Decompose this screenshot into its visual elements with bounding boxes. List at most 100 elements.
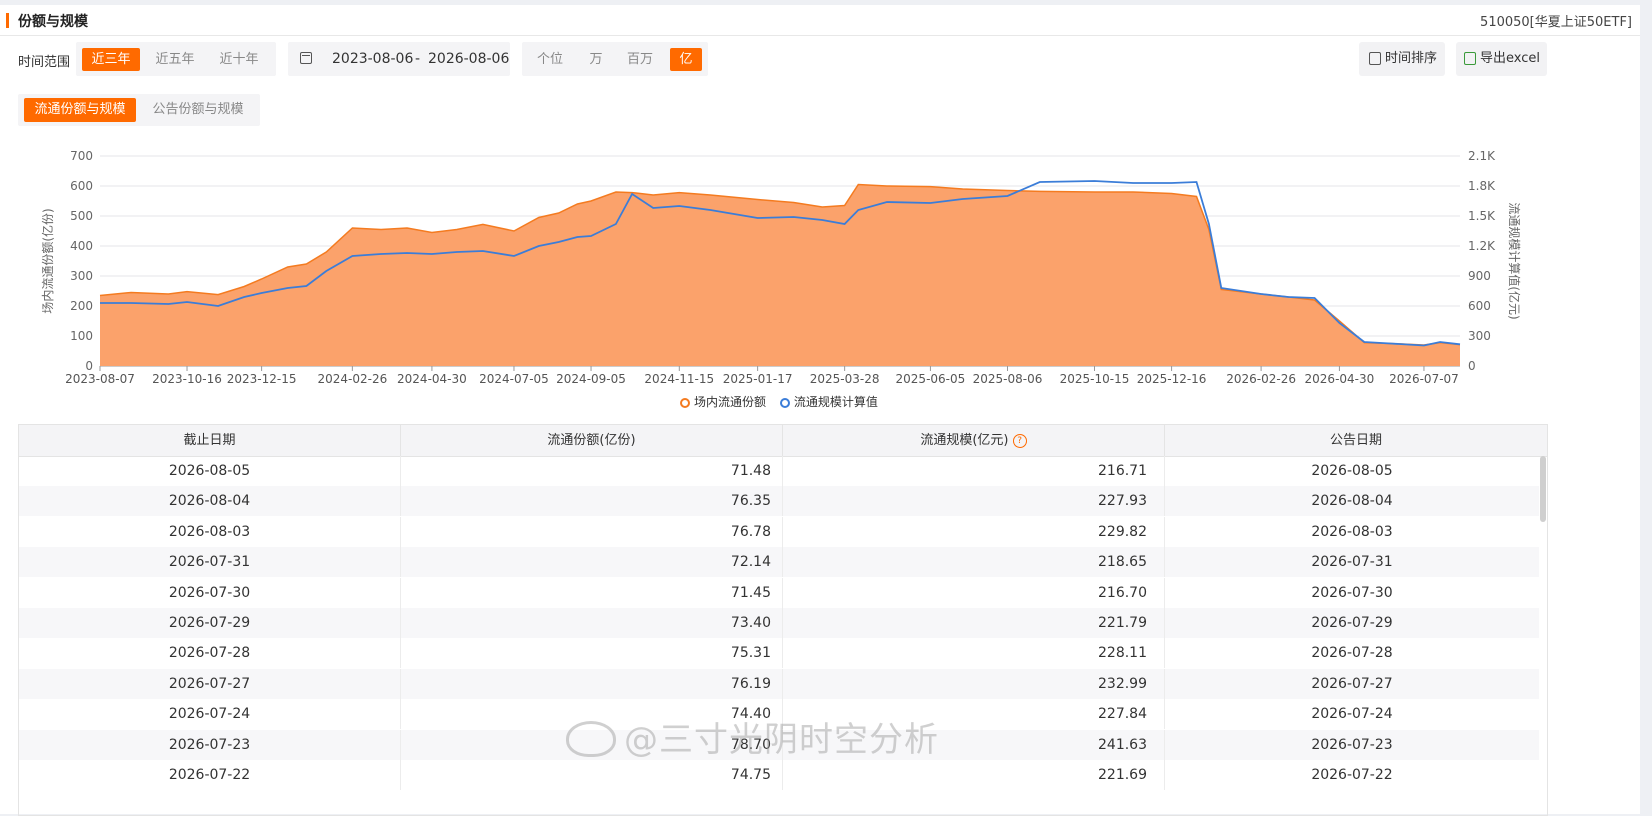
- x-tick-label: 2023-08-07: [65, 372, 135, 386]
- cell-announce-date: 2026-08-03: [1311, 523, 1393, 540]
- unit-million-button[interactable]: 百万: [618, 48, 662, 71]
- x-tick-label: 2024-02-26: [317, 372, 387, 386]
- cell-announce-date: 2026-07-22: [1311, 767, 1393, 783]
- cell-scale: 229.82: [783, 516, 1165, 547]
- time-sort-button[interactable]: 时间排序: [1359, 42, 1445, 76]
- range-5y-button[interactable]: 近五年: [146, 48, 204, 71]
- cell-date: 2026-08-05: [19, 456, 401, 486]
- unit-wan-button[interactable]: 万: [578, 48, 614, 71]
- y-left-axis-title: 场内流通份额(亿份): [40, 208, 55, 313]
- legend-shares-marker: [680, 398, 690, 408]
- date-range-picker[interactable]: 2023-08-06 - 2026-08-06: [288, 42, 510, 76]
- tab-announced[interactable]: 公告份额与规模: [144, 98, 252, 122]
- y-right-tick-label: 0: [1468, 359, 1476, 373]
- col-header-scale[interactable]: 流通规模(亿元) ?: [783, 425, 1165, 456]
- table-row[interactable]: 2026-08-05 71.48 216.71 2026-08-05: [19, 456, 1539, 486]
- y-left-tick-label: 200: [70, 299, 93, 313]
- table-row[interactable]: 2026-08-04 76.35 227.93 2026-08-04: [19, 486, 1539, 517]
- table-scrollbar[interactable]: [1540, 456, 1546, 522]
- x-tick-label: 2026-02-26: [1226, 372, 1296, 386]
- cell-announce-date: 2026-08-05: [1311, 463, 1393, 479]
- y-right-axis-title: 流通规模计算值(亿元): [1507, 202, 1522, 319]
- time-sort-label: 时间排序: [1385, 51, 1438, 66]
- export-excel-button[interactable]: 导出excel: [1456, 42, 1547, 76]
- cell-scale: 216.70: [783, 577, 1165, 608]
- cell-scale: 221.69: [783, 760, 1165, 790]
- cell-announce-date: 2026-07-31: [1311, 554, 1393, 571]
- legend-scale-marker: [779, 398, 790, 408]
- cell-shares: 76.19: [401, 668, 783, 699]
- y-right-tick-label: 900: [1468, 269, 1491, 283]
- export-excel-label: 导出excel: [1480, 51, 1540, 66]
- cell-scale: 221.79: [783, 608, 1165, 638]
- cell-date: 2026-07-31: [19, 547, 401, 578]
- x-tick-label: 2025-06-05: [896, 372, 966, 386]
- table-row[interactable]: 2026-07-28 75.31 228.11 2026-07-28: [19, 638, 1539, 669]
- table-row[interactable]: 2026-07-30 71.45 216.70 2026-07-30: [19, 577, 1539, 608]
- unit-ones-button[interactable]: 个位: [528, 48, 572, 71]
- y-left-tick-label: 300: [70, 269, 93, 283]
- unit-yi-button[interactable]: 亿: [670, 48, 702, 71]
- chart-legend: 场内流通份额 流通规模计算值: [680, 393, 888, 410]
- cell-date: 2026-08-03: [19, 516, 401, 547]
- legend-item-shares[interactable]: 场内流通份额: [680, 393, 766, 410]
- x-tick-label: 2025-12-16: [1137, 372, 1207, 386]
- fund-code: 510050[华夏上证50ETF]: [1480, 15, 1632, 30]
- cell-announce-date: 2026-07-23: [1311, 736, 1393, 753]
- cell-scale: 228.11: [783, 638, 1165, 669]
- y-left-tick-label: 700: [70, 149, 93, 163]
- tab-circulating[interactable]: 流通份额与规模: [24, 98, 136, 122]
- x-tick-label: 2025-01-17: [723, 372, 793, 386]
- col-header-scale-label: 流通规模(亿元): [920, 433, 1009, 448]
- y-left-tick-label: 100: [70, 329, 93, 343]
- data-tabs: 流通份额与规模 公告份额与规模: [18, 94, 260, 126]
- cell-shares: 76.35: [401, 486, 783, 517]
- y-right-tick-label: 1.2K: [1468, 239, 1496, 253]
- cell-date: 2026-07-23: [19, 729, 401, 760]
- table-row[interactable]: 2026-07-27 76.19 232.99 2026-07-27: [19, 668, 1539, 699]
- range-3y-button[interactable]: 近三年: [82, 48, 140, 71]
- legend-item-scale[interactable]: 流通规模计算值: [779, 393, 878, 410]
- cell-date: 2026-07-29: [19, 608, 401, 638]
- col-header-shares[interactable]: 流通份额(亿份): [401, 425, 783, 456]
- calendar-icon: [300, 52, 312, 64]
- end-date[interactable]: 2026-08-06: [428, 51, 509, 67]
- table-row[interactable]: 2026-08-03 76.78 229.82 2026-08-03: [19, 516, 1539, 547]
- y-left-tick-label: 600: [70, 179, 93, 193]
- range-selector: 近三年 近五年 近十年: [76, 42, 276, 76]
- table-row[interactable]: 2026-07-22 74.75 221.69 2026-07-22: [19, 760, 1539, 790]
- cell-date: 2026-08-04: [19, 486, 401, 517]
- x-tick-label: 2026-04-30: [1305, 372, 1375, 386]
- cell-shares: 72.14: [401, 547, 783, 578]
- col-header-date[interactable]: 截止日期: [19, 425, 401, 456]
- cell-shares: 71.48: [401, 456, 783, 486]
- y-right-tick-label: 1.8K: [1468, 179, 1496, 193]
- table-row[interactable]: 2026-07-31 72.14 218.65 2026-07-31: [19, 547, 1539, 578]
- table-row[interactable]: 2026-07-29 73.40 221.79 2026-07-29: [19, 608, 1539, 638]
- x-tick-label: 2024-04-30: [397, 372, 467, 386]
- cell-announce-date: 2026-08-04: [1311, 493, 1393, 510]
- range-10y-button[interactable]: 近十年: [210, 48, 268, 71]
- cell-shares: 74.75: [401, 760, 783, 790]
- y-right-tick-label: 2.1K: [1468, 149, 1496, 163]
- col-header-announce[interactable]: 公告日期: [1165, 425, 1547, 456]
- cell-shares: 76.78: [401, 516, 783, 547]
- y-right-tick-label: 600: [1468, 299, 1491, 313]
- cell-shares: 75.31: [401, 638, 783, 669]
- x-tick-label: 2024-07-05: [479, 372, 549, 386]
- x-tick-label: 2026-07-07: [1389, 372, 1459, 386]
- x-tick-label: 2024-09-05: [556, 372, 626, 386]
- y-right-tick-label: 1.5K: [1468, 209, 1496, 223]
- weibo-logo-icon: [566, 721, 616, 757]
- y-left-tick-label: 500: [70, 209, 93, 223]
- question-circle-icon[interactable]: ?: [1012, 434, 1027, 448]
- x-tick-label: 2023-12-15: [227, 372, 297, 386]
- start-date[interactable]: 2023-08-06: [332, 51, 413, 67]
- cell-date: 2026-07-27: [19, 668, 401, 699]
- unit-selector: 个位 万 百万 亿: [522, 42, 708, 76]
- title-accent-bar: [6, 13, 9, 28]
- y-left-tick-label: 400: [70, 239, 93, 253]
- cell-shares: 71.45: [401, 577, 783, 608]
- watermark-text: @三寸光阴时空分析: [624, 720, 939, 760]
- cell-scale: 227.93: [783, 486, 1165, 517]
